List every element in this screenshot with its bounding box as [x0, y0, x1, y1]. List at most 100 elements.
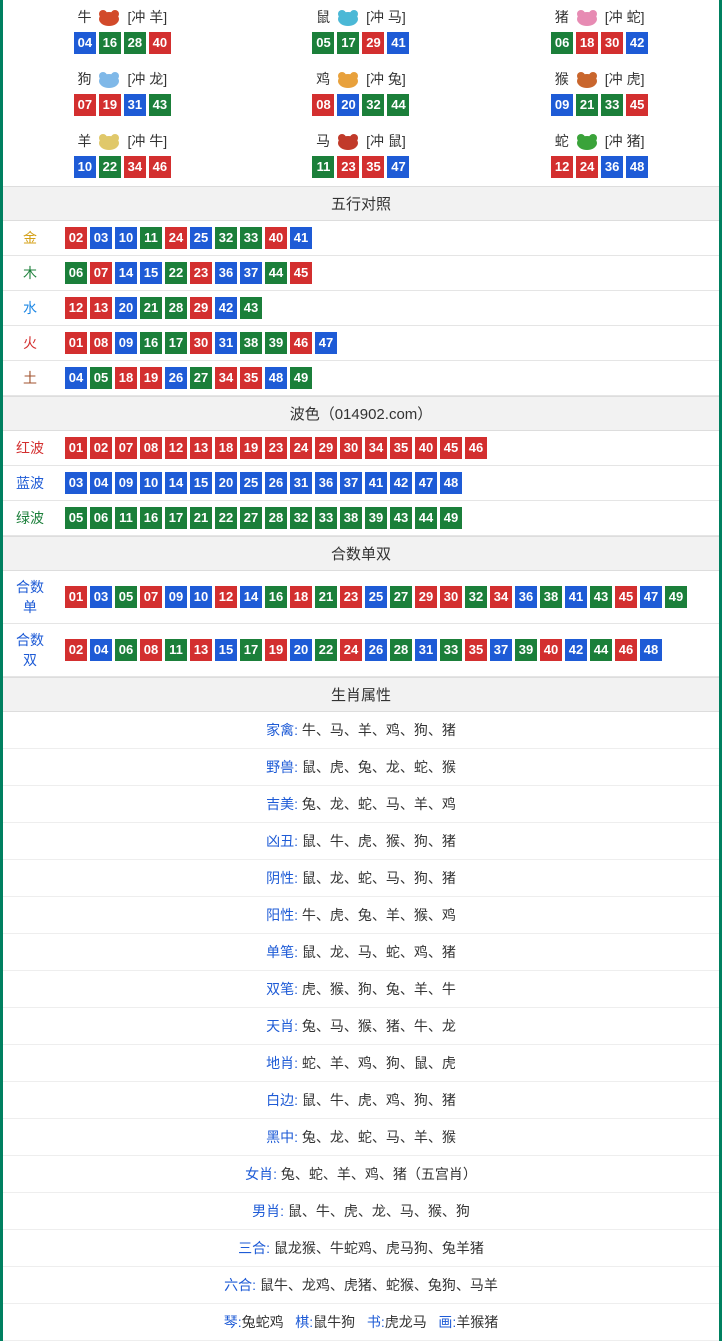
number-ball: 10 [74, 156, 96, 178]
number-ball: 45 [615, 586, 637, 608]
zodiac-cell: 鼠[冲 马]05172941 [242, 0, 481, 62]
number-ball: 36 [215, 262, 237, 284]
attr-row: 凶丑: 鼠、牛、虎、猴、狗、猪 [3, 823, 719, 860]
number-ball: 30 [601, 32, 623, 54]
number-ball: 21 [315, 586, 337, 608]
number-ball: 40 [415, 437, 437, 459]
attr-key: 双笔: [266, 981, 302, 997]
number-ball: 27 [190, 367, 212, 389]
number-ball: 27 [390, 586, 412, 608]
zodiac-balls: 12243648 [480, 156, 719, 178]
number-ball: 25 [365, 586, 387, 608]
number-ball: 08 [140, 639, 162, 661]
number-ball: 07 [74, 94, 96, 116]
row-balls: 02031011242532334041 [57, 221, 719, 256]
number-ball: 03 [90, 227, 112, 249]
attr-key: 琴: [224, 1314, 242, 1330]
attr-key: 凶丑: [266, 833, 302, 849]
number-ball: 01 [65, 332, 87, 354]
attr-key: 六合: [224, 1277, 260, 1293]
number-ball: 44 [265, 262, 287, 284]
row-balls: 0108091617303138394647 [57, 326, 719, 361]
zodiac-cell: 猴[冲 虎]09213345 [480, 62, 719, 124]
attr-row: 野兽: 鼠、虎、兔、龙、蛇、猴 [3, 749, 719, 786]
number-ball: 21 [576, 94, 598, 116]
number-ball: 02 [65, 227, 87, 249]
attr-row: 地肖: 蛇、羊、鸡、狗、鼠、虎 [3, 1045, 719, 1082]
number-ball: 08 [140, 437, 162, 459]
number-ball: 24 [340, 639, 362, 661]
number-ball: 32 [465, 586, 487, 608]
number-ball: 36 [601, 156, 623, 178]
number-ball: 19 [99, 94, 121, 116]
number-ball: 11 [312, 156, 334, 178]
section-header-wuxing: 五行对照 [3, 186, 719, 221]
number-ball: 48 [265, 367, 287, 389]
attr-row: 单笔: 鼠、龙、马、蛇、鸡、猪 [3, 934, 719, 971]
zodiac-balls: 06183042 [480, 32, 719, 54]
number-ball: 32 [290, 507, 312, 529]
number-ball: 26 [265, 472, 287, 494]
zodiac-cell: 猪[冲 蛇]06183042 [480, 0, 719, 62]
number-ball: 32 [362, 94, 384, 116]
number-ball: 17 [165, 332, 187, 354]
number-ball: 34 [365, 437, 387, 459]
number-ball: 44 [415, 507, 437, 529]
number-ball: 48 [640, 639, 662, 661]
shuxing-list: 家禽: 牛、马、羊、鸡、狗、猪野兽: 鼠、虎、兔、龙、蛇、猴吉美: 兔、龙、蛇、… [3, 712, 719, 1156]
attr-row: 女肖: 兔、蛇、羊、鸡、猪（五宫肖） [3, 1156, 719, 1193]
number-ball: 46 [290, 332, 312, 354]
number-ball: 31 [215, 332, 237, 354]
number-ball: 05 [115, 586, 137, 608]
table-row: 木06071415222336374445 [3, 256, 719, 291]
number-ball: 34 [490, 586, 512, 608]
number-ball: 20 [290, 639, 312, 661]
row-balls: 04051819262734354849 [57, 361, 719, 396]
zodiac-title: 狗[冲 龙] [3, 68, 242, 90]
zodiac-icon [571, 130, 603, 152]
attr-row: 阴性: 鼠、龙、蛇、马、狗、猪 [3, 860, 719, 897]
zodiac-cell: 马[冲 鼠]11233547 [242, 124, 481, 186]
zodiac-balls: 08203244 [242, 94, 481, 116]
attr-row: 吉美: 兔、龙、蛇、马、羊、鸡 [3, 786, 719, 823]
number-ball: 22 [165, 262, 187, 284]
number-ball: 44 [387, 94, 409, 116]
zodiac-conflict: [冲 马] [366, 7, 406, 27]
number-ball: 06 [115, 639, 137, 661]
attr-value: 羊猴猪 [456, 1314, 498, 1330]
number-ball: 36 [515, 586, 537, 608]
number-ball: 14 [240, 586, 262, 608]
attr-row: 家禽: 牛、马、羊、鸡、狗、猪 [3, 712, 719, 749]
number-ball: 02 [90, 437, 112, 459]
number-ball: 15 [190, 472, 212, 494]
number-ball: 15 [215, 639, 237, 661]
number-ball: 14 [165, 472, 187, 494]
attr-value: 兔、龙、蛇、马、羊、鸡 [302, 796, 456, 812]
number-ball: 07 [115, 437, 137, 459]
zodiac-conflict: [冲 龙] [127, 69, 167, 89]
number-ball: 22 [99, 156, 121, 178]
number-ball: 42 [565, 639, 587, 661]
number-ball: 46 [615, 639, 637, 661]
number-ball: 39 [365, 507, 387, 529]
number-ball: 48 [440, 472, 462, 494]
number-ball: 43 [590, 586, 612, 608]
number-ball: 40 [265, 227, 287, 249]
number-ball: 45 [290, 262, 312, 284]
zodiac-title: 蛇[冲 猪] [480, 130, 719, 152]
wuxing-table: 金02031011242532334041木060714152223363744… [3, 221, 719, 396]
attr-value: 牛、马、羊、鸡、狗、猪 [302, 722, 456, 738]
number-ball: 37 [490, 639, 512, 661]
table-row: 合数单0103050709101214161821232527293032343… [3, 571, 719, 624]
zodiac-name: 羊 [77, 131, 91, 151]
zodiac-icon [332, 68, 364, 90]
zodiac-name: 猪 [555, 7, 569, 27]
number-ball: 47 [387, 156, 409, 178]
number-ball: 32 [215, 227, 237, 249]
number-ball: 05 [312, 32, 334, 54]
zodiac-grid: 牛[冲 羊]04162840鼠[冲 马]05172941猪[冲 蛇]061830… [3, 0, 719, 186]
number-ball: 06 [551, 32, 573, 54]
number-ball: 42 [215, 297, 237, 319]
zodiac-icon [571, 68, 603, 90]
zodiac-conflict: [冲 虎] [605, 69, 645, 89]
